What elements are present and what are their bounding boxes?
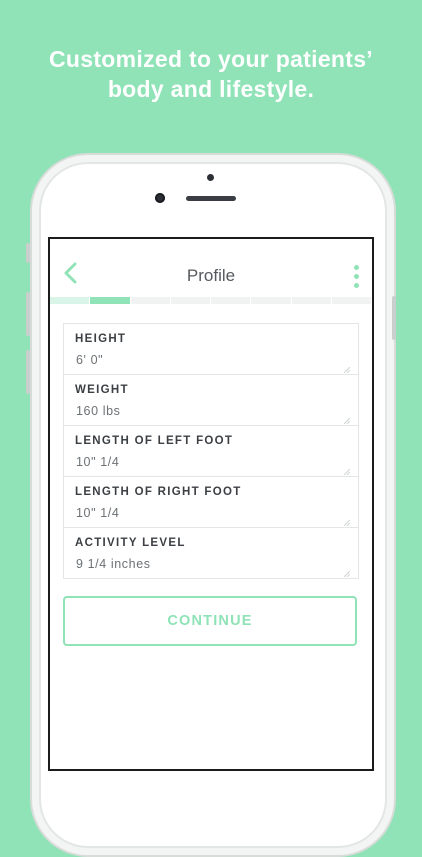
form-field[interactable]: WEIGHT 160 lbs: [64, 375, 358, 426]
progress-segment: [211, 297, 251, 304]
form-field[interactable]: ACTIVITY LEVEL 9 1/4 inches: [64, 528, 358, 578]
resize-grip-icon: [343, 513, 351, 527]
resize-grip-icon: [343, 411, 351, 425]
phone-earpiece: [186, 196, 236, 201]
headline-line-2: body and lifestyle.: [107, 76, 315, 102]
field-label: LENGTH OF RIGHT FOOT: [75, 486, 242, 498]
field-value[interactable]: 10" 1/4: [76, 506, 119, 520]
form-field[interactable]: LENGTH OF LEFT FOOT 10" 1/4: [64, 426, 358, 477]
resize-grip-icon: [343, 462, 351, 476]
progress-segment: [251, 297, 291, 304]
marketing-headline: Customized to your patients’ body and li…: [0, 44, 422, 104]
field-label: LENGTH OF LEFT FOOT: [75, 435, 234, 447]
page-title: Profile: [186, 266, 236, 285]
phone-power-button: [392, 296, 396, 340]
progress-segment: [50, 297, 90, 304]
phone-volume-up: [26, 292, 30, 336]
progress-segment: [331, 297, 371, 304]
progress-segment: [170, 297, 210, 304]
field-value[interactable]: 9 1/4 inches: [76, 557, 151, 571]
field-label: WEIGHT: [75, 384, 129, 396]
field-label: ACTIVITY LEVEL: [75, 537, 186, 549]
nav-bar: Profile: [50, 239, 372, 297]
progress-segment: [291, 297, 331, 304]
progress-segment: [130, 297, 170, 304]
continue-button[interactable]: CONTINUE: [63, 596, 357, 646]
phone-front-camera: [155, 193, 165, 203]
headline-line-1: Customized to your patients’: [48, 46, 374, 72]
field-value[interactable]: 10" 1/4: [76, 455, 119, 469]
field-label: HEIGHT: [75, 333, 127, 345]
resize-grip-icon: [343, 360, 351, 374]
form-field[interactable]: HEIGHT 6' 0": [64, 324, 358, 375]
phone-mute-switch: [26, 243, 30, 263]
field-value[interactable]: 6' 0": [76, 353, 103, 367]
progress-bar: [50, 297, 372, 304]
phone-proximity-sensor: [207, 174, 214, 181]
vertical-dots-icon[interactable]: [350, 265, 362, 291]
progress-segment: [90, 297, 130, 304]
resize-grip-icon: [343, 564, 351, 578]
form-field[interactable]: LENGTH OF RIGHT FOOT 10" 1/4: [64, 477, 358, 528]
field-value[interactable]: 160 lbs: [76, 404, 121, 418]
phone-volume-down: [26, 350, 30, 394]
app-screen: Profile HEIGHT 6' 0" WEIGHT 160 lbs LENGTH O…: [48, 237, 374, 771]
profile-form: HEIGHT 6' 0" WEIGHT 160 lbs LENGTH OF LEFT F…: [63, 323, 359, 579]
